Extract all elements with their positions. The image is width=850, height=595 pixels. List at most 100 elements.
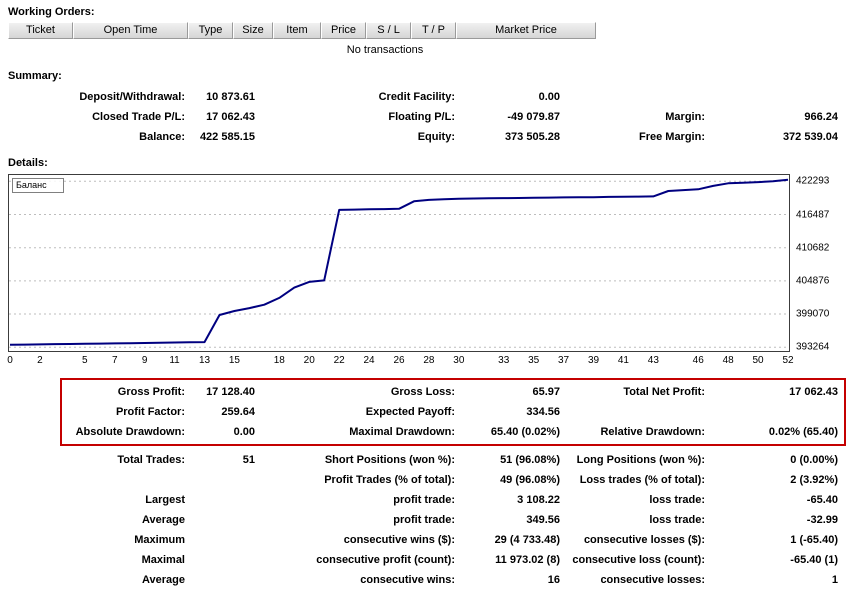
stat-value: 0 (0.00%) <box>790 454 838 466</box>
summary-label: Free Margin: <box>638 131 705 143</box>
stat-label: Profit Trades (% of total): <box>324 474 455 486</box>
stat-value: 51 <box>242 454 255 466</box>
column-header-size: Size <box>233 22 273 39</box>
stat-label: consecutive losses ($): <box>583 534 705 546</box>
stat-label: loss trade: <box>649 494 705 506</box>
x-axis-tick-label: 22 <box>333 355 345 366</box>
x-axis-tick-label: 37 <box>558 355 570 366</box>
x-axis-tick-label: 20 <box>303 355 315 366</box>
x-axis-tick-label: 0 <box>7 355 13 366</box>
summary-value: 966.24 <box>804 111 838 123</box>
summary-label: Equity: <box>417 131 455 143</box>
summary-value: -49 079.87 <box>507 111 560 123</box>
x-axis-tick-label: 46 <box>692 355 704 366</box>
stat-label: Average <box>141 574 185 586</box>
result-value: 259.64 <box>221 406 255 418</box>
stat-label: consecutive wins: <box>360 574 455 586</box>
y-axis-tick-label: 399070 <box>796 308 830 320</box>
stat-row: Largest profit trade: 3 108.22 loss trade: -… <box>8 490 850 510</box>
stat-row: Total Trades: 51 Short Positions (won %): 5… <box>8 450 850 470</box>
summary-value: 373 505.28 <box>504 131 560 143</box>
stat-label: profit trade: <box>393 514 455 526</box>
result-value <box>705 402 838 422</box>
stat-label: Long Positions (won %): <box>576 454 705 466</box>
stat-row: Average profit trade: 349.56 loss trade: -32… <box>8 510 850 530</box>
summary-row: Closed Trade P/L: 17 062.43 Floating P/L: -… <box>8 107 850 127</box>
column-header-market-price: Market Price <box>456 22 596 39</box>
x-axis-tick-label: 13 <box>198 355 211 366</box>
x-axis-tick-label: 30 <box>453 355 465 366</box>
stat-value <box>185 570 255 590</box>
account-statement: Working Orders: Ticket Open Time Type Size I… <box>0 0 850 595</box>
summary-label <box>560 87 705 107</box>
x-axis-tick-label: 50 <box>752 355 764 366</box>
column-header-type: Type <box>188 22 233 39</box>
stat-label: loss trade: <box>649 514 705 526</box>
column-header-item: Item <box>273 22 321 39</box>
result-value: 334.56 <box>526 406 560 418</box>
stat-value <box>185 510 255 530</box>
result-label: Absolute Drawdown: <box>75 426 185 438</box>
stat-label: consecutive profit (count): <box>316 554 455 566</box>
summary-label: Balance: <box>139 131 185 143</box>
summary-label: Margin: <box>665 111 705 123</box>
y-axis-tick-label: 404876 <box>796 275 830 287</box>
y-axis-tick-label: 393264 <box>796 341 830 353</box>
stat-value: -65.40 (1) <box>790 554 838 566</box>
summary-value: 10 873.61 <box>206 91 255 103</box>
result-value: 0.00 <box>233 426 255 438</box>
x-axis-tick-label: 15 <box>228 355 240 366</box>
column-header-s-l: S / L <box>366 22 411 39</box>
stat-value: 1 (-65.40) <box>790 534 838 546</box>
balance-line-series <box>9 178 789 346</box>
x-axis-tick-label: 11 <box>169 355 180 366</box>
summary-label: Credit Facility: <box>378 91 455 103</box>
result-row: Absolute Drawdown: 0.00 Maximal Drawdown: 6… <box>8 422 850 442</box>
stat-label: Loss trades (% of total): <box>579 474 705 486</box>
result-value: 65.40 (0.02%) <box>490 426 560 438</box>
x-axis-tick-label: 7 <box>111 355 118 366</box>
stat-value: 11 973.02 (8) <box>495 554 560 566</box>
trade-statistics-block: Total Trades: 51 Short Positions (won %): 5… <box>0 450 850 590</box>
result-label: Relative Drawdown: <box>600 426 705 438</box>
column-header-ticket: Ticket <box>8 22 73 39</box>
stat-value <box>185 470 255 490</box>
stat-label: Average <box>141 514 185 526</box>
column-header-t-p: T / P <box>411 22 456 39</box>
stat-row: Maximum consecutive wins ($): 29 (4 733.48… <box>8 530 850 550</box>
x-axis-tick-label: 2 <box>37 355 43 366</box>
details-title: Details: <box>8 157 48 169</box>
x-axis-tick-label: 41 <box>617 355 629 366</box>
balance-chart: Баланс 422293 416487 410682 404876 399070 393… <box>7 174 850 370</box>
summary-label: Closed Trade P/L: <box>92 111 185 123</box>
stat-label <box>8 470 185 490</box>
result-value: 0.02% (65.40) <box>768 426 838 438</box>
stat-value: 29 (4 733.48) <box>494 534 560 546</box>
stat-value: 16 <box>547 574 560 586</box>
chart-plot-area: Баланс <box>8 174 790 352</box>
x-axis-tick-label: 5 <box>82 355 88 366</box>
stat-row: Profit Trades (% of total): 49 (96.08%) Lo… <box>8 470 850 490</box>
stat-label: consecutive loss (count): <box>572 554 705 566</box>
result-label <box>560 402 705 422</box>
summary-value: 422 585.15 <box>199 131 255 143</box>
y-axis-tick-label: 410682 <box>796 242 830 254</box>
x-axis-tick-label: 39 <box>587 355 600 366</box>
result-value: 17 062.43 <box>789 386 838 398</box>
stat-label: consecutive losses: <box>600 574 705 586</box>
summary-table: Deposit/Withdrawal: 10 873.61 Credit Facil… <box>0 87 850 147</box>
stat-value <box>185 530 255 550</box>
working-orders-header: Ticket Open Time Type Size Item Price S / LT /… <box>8 22 850 39</box>
x-axis-tick-label: 52 <box>782 355 794 366</box>
x-axis-tick-label: 35 <box>528 355 540 366</box>
column-header-open-time: Open Time <box>73 22 188 39</box>
working-orders-title: Working Orders: <box>8 6 95 18</box>
stat-label: profit trade: <box>393 494 455 506</box>
summary-value <box>705 87 838 107</box>
y-axis-tick-label: 416487 <box>796 209 830 220</box>
result-row: Profit Factor: 259.64 Expected Payoff: 334.… <box>8 402 850 422</box>
result-row: Gross Profit: 17 128.40 Gross Loss: 65.97 To… <box>8 382 850 402</box>
stat-label: Maximal <box>141 554 185 566</box>
summary-title: Summary: <box>8 70 62 82</box>
summary-row: Balance: 422 585.15 Equity: 373 505.28 Free … <box>8 127 850 147</box>
